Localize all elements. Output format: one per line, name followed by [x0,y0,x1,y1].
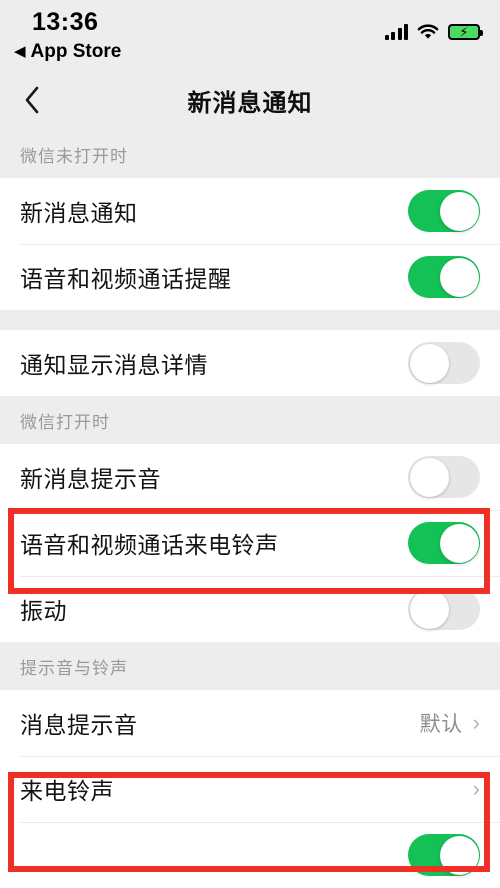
settings-row-control [408,456,480,498]
settings-row[interactable] [0,822,500,888]
toggle-switch[interactable] [408,588,480,630]
settings-group: 新消息提示音语音和视频通话来电铃声 振动 [0,444,500,642]
settings-row-value: 默认 [419,713,463,736]
settings-row-control [408,342,480,384]
toggle-knob [439,191,479,231]
signal-bars-icon [384,24,408,40]
status-bar-indicators: ⚡ [384,24,483,40]
battery-charging-icon: ⚡ [448,24,483,40]
toggle-switch[interactable] [408,190,480,232]
toggle-switch[interactable] [408,522,480,564]
chevron-right-icon: › [472,710,480,735]
settings-row[interactable]: 通知显示消息详情 [0,330,500,396]
back-app-label: App Store [30,41,122,62]
settings-row[interactable]: 新消息提示音 [0,444,500,510]
settings-row-control: › [473,778,480,800]
toggle-knob [439,835,479,875]
settings-row[interactable]: 消息提示音 默认 › [0,690,500,756]
status-bar: 13:36 ◀ App Store ⚡ [0,0,500,70]
settings-row-control [408,190,480,232]
chevron-left-icon [25,86,39,114]
section-header: 微信未打开时 [0,130,500,178]
section-header-label: 提示音与铃声 [20,658,128,678]
settings-row-label: 通知显示消息详情 [20,352,208,378]
settings-row-control [408,834,480,876]
section-header: 微信打开时 [0,396,500,444]
charging-bolt-icon: ⚡ [459,24,469,40]
settings-row-label: 语音和视频通话来电铃声 [20,532,279,558]
settings-row-label: 新消息通知 [20,200,138,226]
settings-row[interactable]: 语音和视频通话来电铃声 [0,510,500,576]
settings-row-label: 语音和视频通话提醒 [20,266,232,292]
settings-row-label: 消息提示音 [20,712,138,738]
toggle-knob [439,523,479,563]
settings-group: 通知显示消息详情 [0,330,500,396]
settings-row-control: 默认 › [420,708,480,738]
toggle-switch[interactable] [408,834,480,876]
section-header-label: 微信打开时 [20,412,110,432]
chevron-right-icon: › [472,776,480,801]
toggle-knob [439,257,479,297]
settings-row-control [408,256,480,298]
settings-row-control [408,522,480,564]
settings-row[interactable]: 来电铃声 › [0,756,500,822]
toggle-switch[interactable] [408,342,480,384]
section-gap [0,310,500,330]
settings-list: 微信未打开时 新消息通知 语音和视频通话提醒 通知显示消息详情 微信打开时 新消息提示音语… [0,130,500,888]
settings-group: 新消息通知语音和视频通话提醒 [0,178,500,310]
toggle-switch[interactable] [408,456,480,498]
page-title: 新消息通知 [187,89,313,117]
settings-group: 消息提示音 默认 › 来电铃声 › [0,690,500,888]
status-bar-time: 13:36 [32,8,99,36]
back-triangle-icon: ◀ [14,42,26,60]
settings-row[interactable]: 振动 [0,576,500,642]
nav-bar: 新消息通知 [0,70,500,130]
settings-row-label: 来电铃声 [20,778,114,804]
back-button[interactable] [14,82,50,118]
wifi-icon [417,24,439,40]
settings-row[interactable]: 新消息通知 [0,178,500,244]
section-header: 提示音与铃声 [0,642,500,690]
toggle-knob [409,589,449,629]
toggle-knob [409,343,449,383]
back-to-app-store-link[interactable]: ◀ App Store [14,41,121,63]
settings-row-label: 新消息提示音 [20,466,161,492]
toggle-knob [409,457,449,497]
section-header-label: 微信未打开时 [20,146,128,166]
settings-row-label: 振动 [20,598,67,624]
toggle-switch[interactable] [408,256,480,298]
settings-row[interactable]: 语音和视频通话提醒 [0,244,500,310]
settings-row-control [408,588,480,630]
